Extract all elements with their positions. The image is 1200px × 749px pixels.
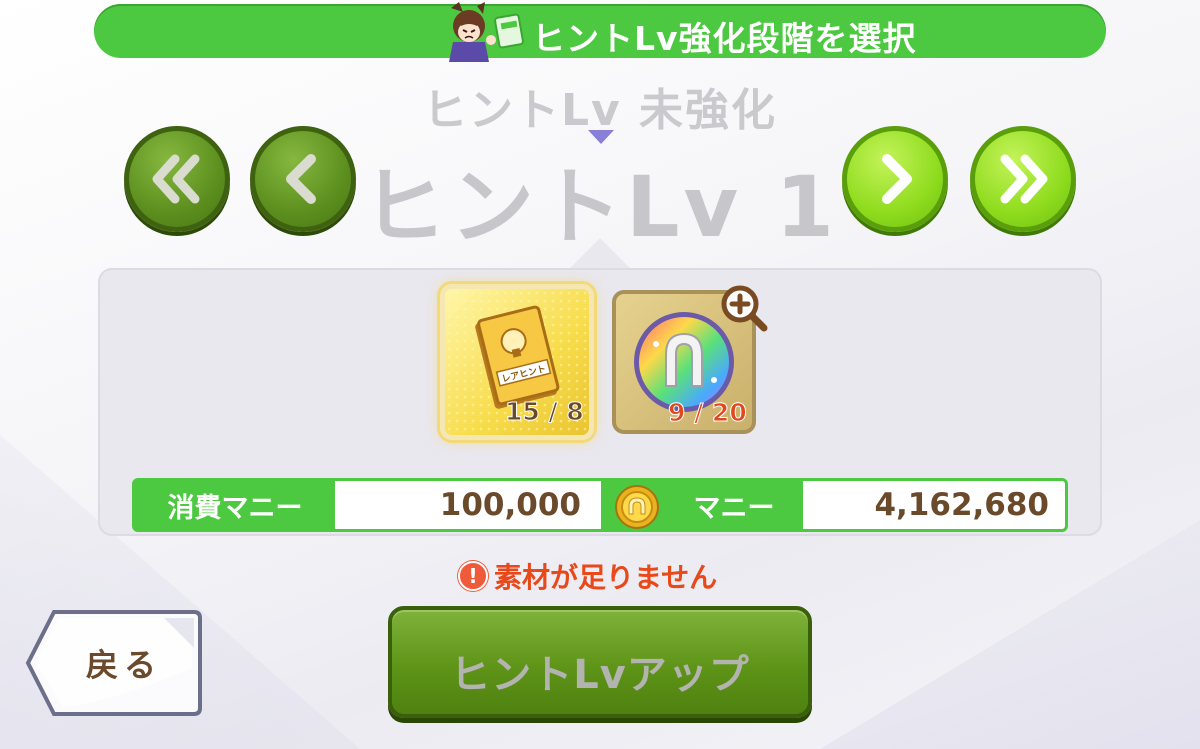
owned-money-value: 4,162,680	[874, 487, 1049, 523]
mascot-character-icon	[449, 2, 524, 62]
material-count-rare-hint: 15 / 8	[505, 397, 585, 427]
background-shape-right	[820, 520, 1200, 749]
insufficient-materials-warning: ! 素材が足りません	[458, 556, 717, 596]
material-item-rare-hint[interactable]: レアヒント 15 / 8	[440, 284, 594, 440]
previous-level-label: ヒントLv 未強化	[422, 85, 778, 136]
chevron-left-icon	[286, 154, 316, 204]
warning-text: 素材が足りません	[494, 561, 718, 594]
screen-title: ヒントLv強化段階を選択	[532, 19, 917, 58]
double-chevron-left-icon	[152, 154, 200, 204]
hint-level-up-label: ヒントLvアップ	[450, 652, 750, 698]
first-level-button[interactable]	[124, 126, 230, 232]
panel-pointer	[568, 238, 632, 270]
title-bar: ヒントLv強化段階を選択	[94, 2, 1106, 62]
double-chevron-right-icon	[1000, 154, 1048, 204]
back-button-label: 戻る	[85, 646, 162, 684]
material-count-horseshoe: 9 / 20	[668, 398, 748, 428]
exclamation-icon: !	[458, 561, 488, 591]
last-level-button[interactable]	[970, 126, 1076, 232]
next-level-button[interactable]	[842, 126, 948, 232]
chevron-right-icon	[882, 154, 912, 204]
hint-level-up-button[interactable]: ヒントLvアップ	[388, 606, 812, 718]
owned-money-label-text: マニー	[693, 492, 775, 524]
zoom-icon[interactable]	[718, 282, 770, 334]
cost-money-label: 消費マニー	[135, 481, 335, 529]
previous-level-button[interactable]	[250, 126, 356, 232]
money-row: 消費マニー 100,000 マニー 4,162,680	[132, 478, 1068, 532]
cost-money-value: 100,000	[439, 487, 581, 523]
money-coin-icon	[615, 485, 659, 529]
